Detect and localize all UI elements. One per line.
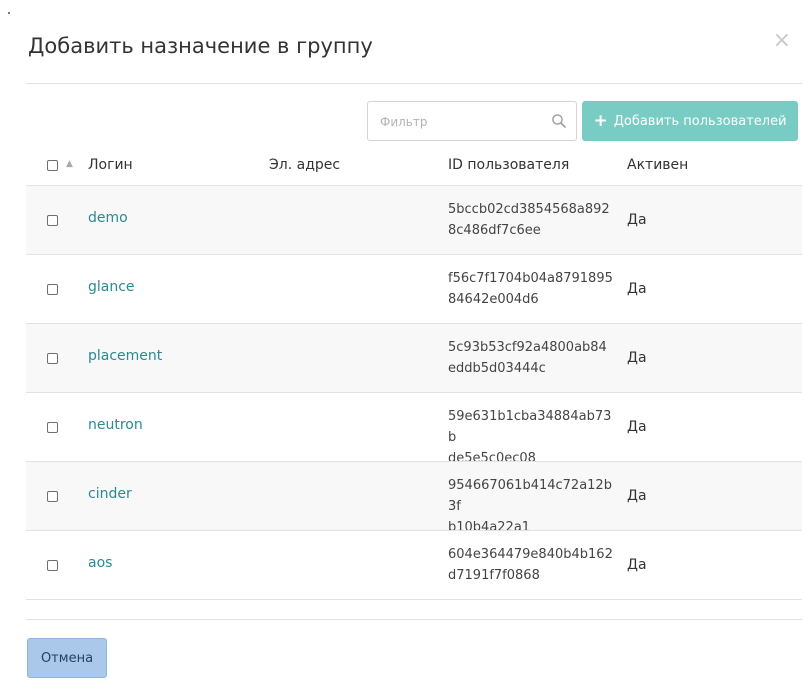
row-checkbox[interactable]	[47, 284, 58, 295]
user-login-link[interactable]: cinder	[88, 486, 132, 502]
user-active: Да	[627, 488, 647, 504]
table-row: demo 5bccb02cd3854568a892 8c486df7c6ee Да	[26, 185, 802, 254]
filter-field[interactable]	[367, 101, 577, 141]
header-divider	[26, 83, 802, 84]
user-id: 954667061b414c72a12b3f b10b4a22a1	[448, 478, 612, 535]
user-login-link[interactable]: glance	[88, 279, 135, 295]
user-active: Да	[627, 350, 647, 366]
user-id: 5c93b53cf92a4800ab84 eddb5d03444c	[448, 340, 607, 376]
row-checkbox[interactable]	[47, 491, 58, 502]
table-row: glance f56c7f1704b04a8791895 84642e004d6 …	[26, 254, 802, 323]
user-id: 59e631b1cba34884ab73b de5e5c0ec08	[448, 409, 612, 466]
row-checkbox[interactable]	[47, 422, 58, 433]
column-header-email[interactable]: Эл. адрес	[269, 157, 340, 173]
modal-header: Добавить назначение в группу ×	[0, 0, 803, 84]
user-id: 604e364479e840b4b162 d7191f7f0868	[448, 547, 613, 583]
table-header: ▲ Логин Эл. адрес ID пользователя Активе…	[26, 145, 802, 185]
cancel-button[interactable]: Отмена	[27, 638, 107, 678]
user-active: Да	[627, 419, 647, 435]
select-all-checkbox[interactable]	[47, 160, 58, 171]
row-checkbox[interactable]	[47, 560, 58, 571]
user-active: Да	[627, 212, 647, 228]
table-row: cinder 954667061b414c72a12b3f b10b4a22a1 …	[26, 461, 802, 535]
user-id: 5bccb02cd3854568a892 8c486df7c6ee	[448, 202, 610, 238]
close-icon[interactable]: ×	[773, 28, 791, 53]
sort-caret-icon[interactable]: ▲	[66, 159, 73, 169]
column-header-active[interactable]: Активен	[627, 157, 688, 173]
row-checkbox[interactable]	[47, 215, 58, 226]
user-active: Да	[627, 557, 647, 573]
user-id: f56c7f1704b04a8791895 84642e004d6	[448, 271, 613, 307]
table-row: aos 604e364479e840b4b162 d7191f7f0868 Да	[26, 530, 802, 599]
table-bottom-divider	[26, 599, 802, 600]
add-users-button[interactable]: + Добавить пользователей	[582, 101, 798, 141]
add-users-label: Добавить пользователей	[613, 113, 787, 129]
footer-divider	[26, 619, 802, 620]
table-row: placement 5c93b53cf92a4800ab84 eddb5d0344…	[26, 323, 802, 392]
column-header-user-id[interactable]: ID пользователя	[448, 157, 569, 173]
user-login-link[interactable]: demo	[88, 210, 128, 226]
column-header-login[interactable]: Логин	[88, 157, 133, 173]
table-row: neutron 59e631b1cba34884ab73b de5e5c0ec08…	[26, 392, 802, 466]
search-icon[interactable]	[551, 113, 567, 129]
modal-title: Добавить назначение в группу	[28, 34, 373, 58]
user-active: Да	[627, 281, 647, 297]
row-checkbox[interactable]	[47, 353, 58, 364]
filter-input[interactable]	[378, 103, 542, 141]
plus-icon: +	[593, 110, 608, 131]
user-login-link[interactable]: aos	[88, 555, 112, 571]
user-login-link[interactable]: neutron	[88, 417, 143, 433]
user-login-link[interactable]: placement	[88, 348, 162, 364]
